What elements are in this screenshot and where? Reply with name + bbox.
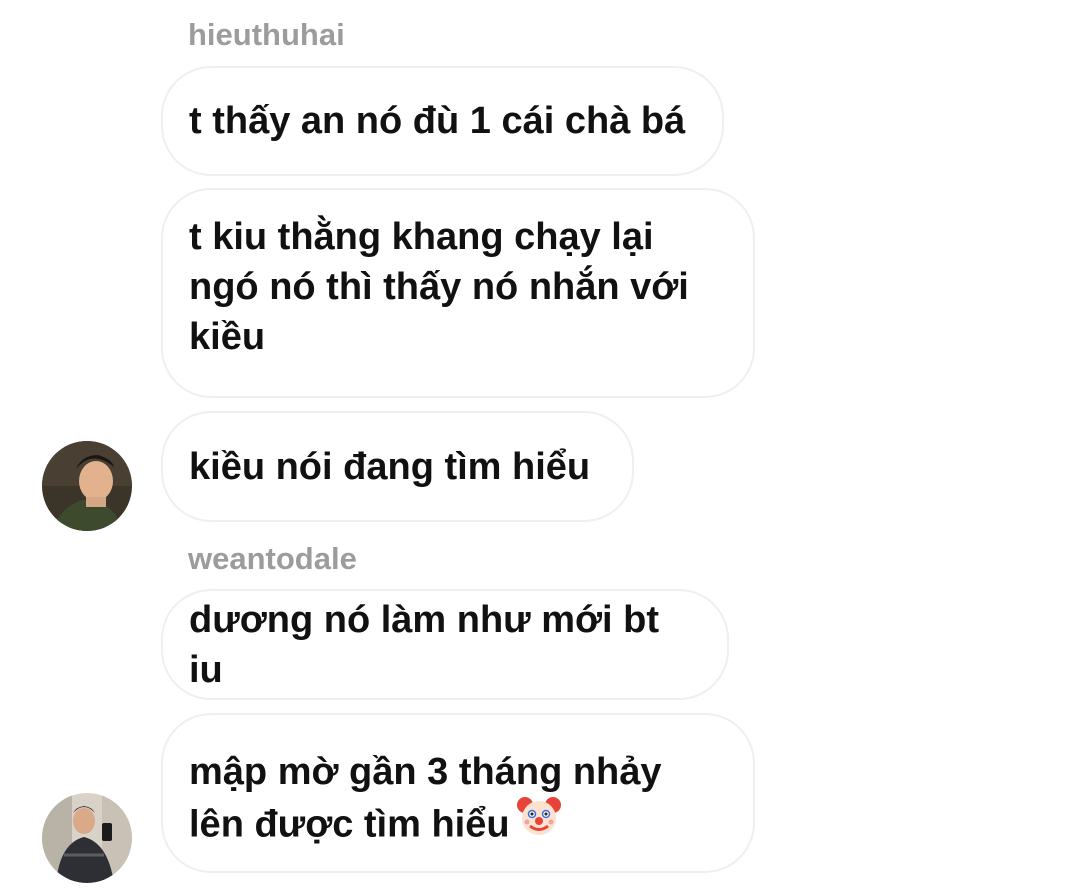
message-text-content: mập mờ gần 3 tháng nhảy lên được tìm hiể… bbox=[189, 751, 662, 846]
sender-name: hieuthuhai bbox=[188, 17, 345, 52]
message-bubble[interactable]: t thấy an nó đù 1 cái chà bá bbox=[161, 66, 724, 176]
clown-face-icon bbox=[516, 793, 562, 852]
user-avatar-icon bbox=[42, 793, 132, 883]
message-text: t thấy an nó đù 1 cái chà bá bbox=[189, 100, 686, 142]
message-text: dương nó làm như mới bt iu bbox=[189, 598, 660, 691]
user-avatar-icon bbox=[42, 441, 132, 531]
message-text: kiều nói đang tìm hiểu bbox=[189, 445, 591, 488]
message-bubble[interactable]: kiều nói đang tìm hiểu bbox=[161, 411, 634, 522]
message-text: t kiu thằng khang chạy lại ngó nó thì th… bbox=[189, 216, 689, 358]
avatar[interactable] bbox=[42, 793, 132, 883]
message-bubble[interactable]: dương nó làm như mới bt iu bbox=[161, 589, 729, 700]
message-text: mập mờ gần 3 tháng nhảy lên được tìm hiể… bbox=[189, 747, 693, 856]
sender-name: weantodale bbox=[188, 541, 357, 576]
avatar[interactable] bbox=[42, 441, 132, 531]
message-bubble[interactable]: mập mờ gần 3 tháng nhảy lên được tìm hiể… bbox=[161, 713, 755, 873]
message-bubble[interactable]: t kiu thằng khang chạy lại ngó nó thì th… bbox=[161, 188, 755, 398]
